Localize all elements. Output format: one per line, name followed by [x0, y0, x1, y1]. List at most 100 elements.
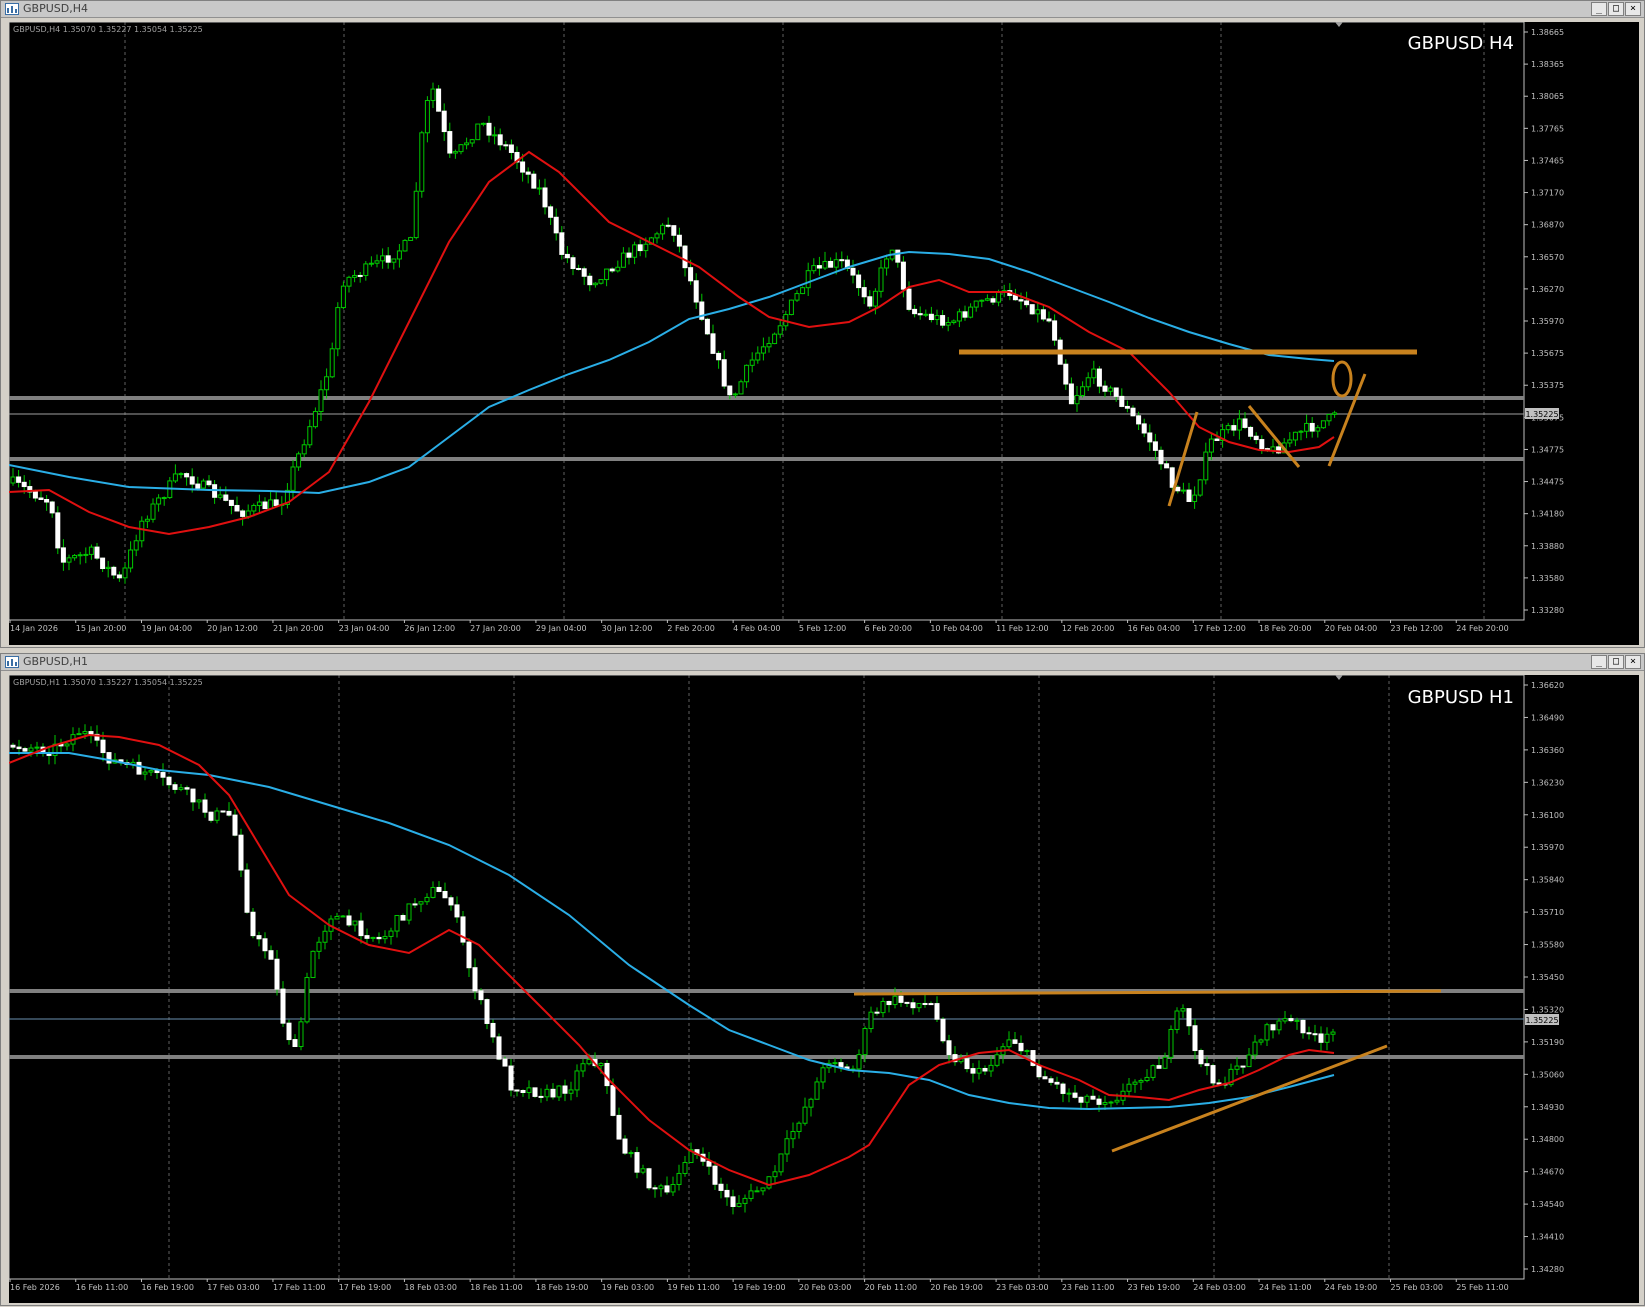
- candle-body: [833, 259, 839, 268]
- candle-body: [772, 333, 778, 345]
- chart-canvas[interactable]: GBPUSD,H1 1.35070 1.35227 1.35054 1.3522…: [8, 674, 1639, 1303]
- candle-body: [1186, 489, 1192, 502]
- time-tick-label: 18 Feb 20:00: [1259, 624, 1311, 633]
- window-titlebar[interactable]: GBPUSD,H1 _ □ ×: [1, 654, 1644, 671]
- time-tick-label: 6 Feb 20:00: [865, 624, 912, 633]
- candle-body: [150, 503, 156, 520]
- minimize-button[interactable]: _: [1591, 2, 1607, 16]
- candle-body: [406, 903, 412, 921]
- time-tick-label: 18 Feb 11:00: [470, 1283, 522, 1292]
- price-tick-label: 1.34475: [1531, 478, 1564, 487]
- candle-body: [22, 748, 28, 752]
- candle-body: [128, 549, 134, 569]
- candle-body: [671, 225, 677, 236]
- candle-body: [1198, 1050, 1204, 1065]
- candle-body: [1214, 438, 1220, 441]
- candle-body: [1096, 368, 1102, 387]
- candle-body: [1068, 383, 1074, 405]
- maximize-button[interactable]: □: [1608, 655, 1624, 669]
- candle-body: [430, 88, 436, 102]
- maximize-button[interactable]: □: [1608, 2, 1624, 16]
- candle-body: [604, 268, 610, 281]
- candle-body: [532, 1087, 538, 1097]
- chart-window-h4[interactable]: GBPUSD,H4 _ □ × GBPUSD,H4 1.35070 1.3522…: [0, 0, 1645, 648]
- candle-body: [777, 325, 783, 335]
- candle-body: [154, 770, 160, 774]
- close-button[interactable]: ×: [1625, 655, 1641, 669]
- price-tick-label: 1.36490: [1531, 713, 1564, 722]
- candle-body: [178, 473, 184, 476]
- candle-body: [874, 1011, 880, 1014]
- candle-body: [166, 776, 172, 786]
- target-circle[interactable]: [1331, 360, 1353, 398]
- candle-body: [160, 772, 166, 778]
- candle-body: [228, 499, 234, 506]
- candle-body: [268, 950, 274, 960]
- candle-body: [1060, 1083, 1066, 1094]
- candle-body: [448, 897, 454, 906]
- shift-marker-icon[interactable]: [1335, 675, 1343, 680]
- candle-body: [296, 453, 302, 468]
- time-tick-label: 10 Feb 04:00: [930, 624, 982, 633]
- candle-body: [396, 250, 402, 260]
- candle-body: [226, 810, 232, 816]
- candle-body: [665, 224, 671, 227]
- time-tick-label: 27 Jan 20:00: [470, 624, 521, 633]
- candle-body: [310, 950, 316, 979]
- candle-body: [376, 936, 382, 940]
- price-chart[interactable]: GBPUSD,H1 1.35070 1.35227 1.35054 1.3522…: [8, 674, 1639, 1303]
- candle-body: [268, 499, 274, 510]
- chart-canvas[interactable]: GBPUSD,H4 1.35070 1.35227 1.35054 1.3522…: [8, 21, 1639, 645]
- candle-body: [469, 139, 475, 144]
- trendline-annotations[interactable]: [959, 349, 1417, 507]
- candle-body: [100, 557, 106, 570]
- candle-body: [156, 497, 162, 505]
- candle-body: [1204, 1063, 1210, 1067]
- close-button[interactable]: ×: [1625, 2, 1641, 16]
- candle-body: [872, 290, 878, 307]
- candle-body: [628, 1152, 634, 1155]
- candle-body: [478, 990, 484, 1001]
- candle-body: [1197, 479, 1203, 496]
- candle-body: [1096, 1098, 1102, 1105]
- candle-body: [1066, 1092, 1072, 1095]
- candle-body: [486, 122, 492, 136]
- candle-body: [1113, 387, 1119, 397]
- candle-body: [640, 1168, 646, 1173]
- price-tick-label: 1.37170: [1531, 189, 1564, 198]
- price-tick-label: 1.34930: [1531, 1103, 1564, 1112]
- candle-body: [190, 788, 196, 803]
- candle-body: [464, 142, 470, 146]
- candle-body: [1300, 1019, 1306, 1034]
- price-chart[interactable]: GBPUSD,H4 1.35070 1.35227 1.35054 1.3522…: [8, 21, 1639, 645]
- candle-body: [1108, 1101, 1114, 1104]
- candle-body: [484, 999, 490, 1024]
- minimize-button[interactable]: _: [1591, 655, 1607, 669]
- chart-window-h1[interactable]: GBPUSD,H1 _ □ × GBPUSD,H1 1.35070 1.3522…: [0, 653, 1645, 1306]
- candle-body: [536, 187, 542, 190]
- candle-body: [1306, 1032, 1312, 1035]
- candle-body: [643, 243, 649, 252]
- shift-marker-icon[interactable]: [1335, 22, 1343, 27]
- candle-body: [1012, 294, 1018, 301]
- candle-body: [721, 359, 727, 387]
- candle-body: [240, 510, 246, 517]
- candle-body: [816, 265, 822, 269]
- window-titlebar[interactable]: GBPUSD,H4 _ □ ×: [1, 1, 1644, 18]
- time-tick-label: 16 Feb 19:00: [141, 1283, 193, 1292]
- candle-body: [738, 381, 744, 395]
- candle-body: [1063, 363, 1069, 385]
- candle-body: [418, 901, 424, 905]
- window-title: GBPUSD,H1: [23, 655, 88, 668]
- candle-body: [794, 293, 800, 301]
- candle-body: [609, 268, 615, 272]
- candle-body: [962, 311, 968, 318]
- candle-body: [634, 1152, 640, 1173]
- candle-body: [676, 1172, 682, 1185]
- candle-body: [340, 915, 346, 918]
- candle-body: [256, 935, 262, 940]
- time-tick-label: 25 Feb 03:00: [1391, 1283, 1443, 1292]
- candle-body: [1168, 1028, 1174, 1058]
- candle-body: [497, 134, 503, 146]
- time-tick-label: 5 Feb 12:00: [799, 624, 846, 633]
